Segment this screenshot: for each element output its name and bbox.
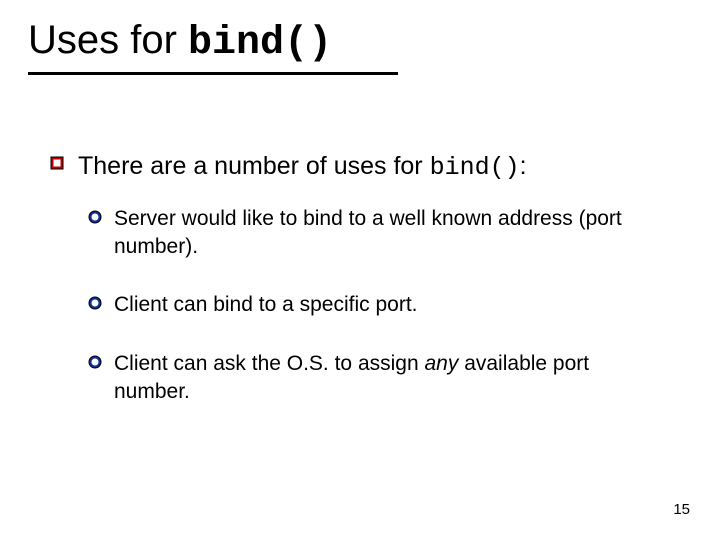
bullet-main-code: bind() xyxy=(430,153,520,182)
title-code: bind() xyxy=(188,21,332,66)
circle-bullet-icon xyxy=(88,296,102,310)
page-number: 15 xyxy=(673,501,690,518)
sub-bullet-1: Client can bind to a specific port. xyxy=(50,291,660,319)
slide-body: There are a number of uses for bind(): S… xyxy=(50,150,660,436)
sub-bullet-1-text: Client can bind to a specific port. xyxy=(114,293,418,316)
circle-bullet-icon xyxy=(88,210,102,224)
bullet-main: There are a number of uses for bind(): xyxy=(50,150,660,185)
title-prefix: Uses for xyxy=(28,18,188,62)
square-bullet-icon xyxy=(50,156,64,170)
sub-bullet-0-text: Server would like to bind to a well know… xyxy=(114,207,622,258)
sub-bullet-2-pre: Client can ask the O.S. to assign xyxy=(114,352,425,375)
circle-bullet-icon xyxy=(88,355,102,369)
title-underline xyxy=(28,72,398,75)
bullet-main-suffix: : xyxy=(520,152,527,180)
sub-bullet-2-em: any xyxy=(425,352,459,375)
sub-bullet-2: Client can ask the O.S. to assign any av… xyxy=(50,350,660,407)
sub-bullet-0: Server would like to bind to a well know… xyxy=(50,205,660,262)
slide: { "title": { "prefix": "Uses for ", "cod… xyxy=(0,0,720,540)
slide-title: Uses for bind() xyxy=(28,18,692,66)
bullet-main-prefix: There are a number of uses for xyxy=(78,152,430,180)
